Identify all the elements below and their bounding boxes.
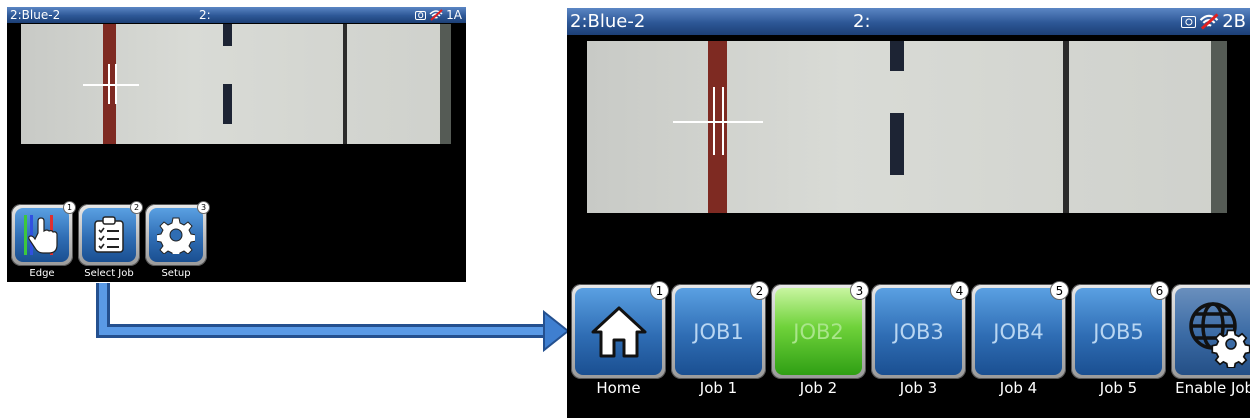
button-number-badge: 6 xyxy=(1150,281,1169,300)
button-label: Job 5 xyxy=(1099,379,1138,397)
job-face-text: JOB3 xyxy=(893,319,944,344)
camera-indicator: 2B xyxy=(1222,11,1246,32)
black-line xyxy=(1063,41,1069,213)
enable-jobs-button[interactable]: 7 Enable Jobs xyxy=(1170,284,1250,397)
job-4-button[interactable]: JOB4 5 Job 4 xyxy=(970,281,1069,397)
button-label: Job 2 xyxy=(799,379,838,397)
home-button[interactable]: 1 Home xyxy=(570,281,669,397)
status-bar: 2:Blue-2 2: 2B xyxy=(567,8,1250,35)
button-label: Job 3 xyxy=(899,379,938,397)
button-label: Home xyxy=(596,379,641,397)
button-label: Enable Jobs xyxy=(1175,379,1250,397)
home-icon xyxy=(591,306,646,357)
dash-mark xyxy=(890,113,904,175)
job-face-text: JOB2 xyxy=(793,319,844,344)
wifi-off-icon xyxy=(1199,13,1219,30)
crosshair xyxy=(673,87,763,155)
status-title: 2:Blue-2 xyxy=(570,11,646,32)
job-face-text: JOB5 xyxy=(1093,319,1144,344)
button-number-badge: 3 xyxy=(850,281,869,300)
job-face-text: JOB1 xyxy=(693,319,744,344)
button-number-badge: 2 xyxy=(750,281,769,300)
edge-line xyxy=(1211,41,1227,213)
dash-mark xyxy=(890,41,904,71)
camera-feed[interactable] xyxy=(587,41,1227,213)
toolbar-after: 1 Home JOB1 2 Job 1 JOB2 3 Job 2 JOB3 4 … xyxy=(570,281,1250,397)
status-right: 2B xyxy=(1181,8,1246,35)
job-5-button[interactable]: JOB5 6 Job 5 xyxy=(1070,281,1169,397)
job-face-text: JOB4 xyxy=(993,319,1044,344)
button-number-badge: 4 xyxy=(950,281,969,300)
status-center: 2: xyxy=(853,11,871,32)
job-3-button[interactable]: JOB3 4 Job 3 xyxy=(870,281,969,397)
button-label: Job 4 xyxy=(999,379,1038,397)
button-number-badge: 5 xyxy=(1050,281,1069,300)
button-label: Job 1 xyxy=(699,379,738,397)
job-2-button[interactable]: JOB2 3 Job 2 xyxy=(770,281,869,397)
camera-screen-after: 2:Blue-2 2: 2B 1 Home JOB1 2 Job 1 JOB2 … xyxy=(567,8,1250,418)
button-number-badge: 1 xyxy=(650,281,669,300)
camera-icon xyxy=(1181,15,1197,28)
globe-gear-icon xyxy=(1188,301,1250,368)
job-1-button[interactable]: JOB1 2 Job 1 xyxy=(670,281,769,397)
